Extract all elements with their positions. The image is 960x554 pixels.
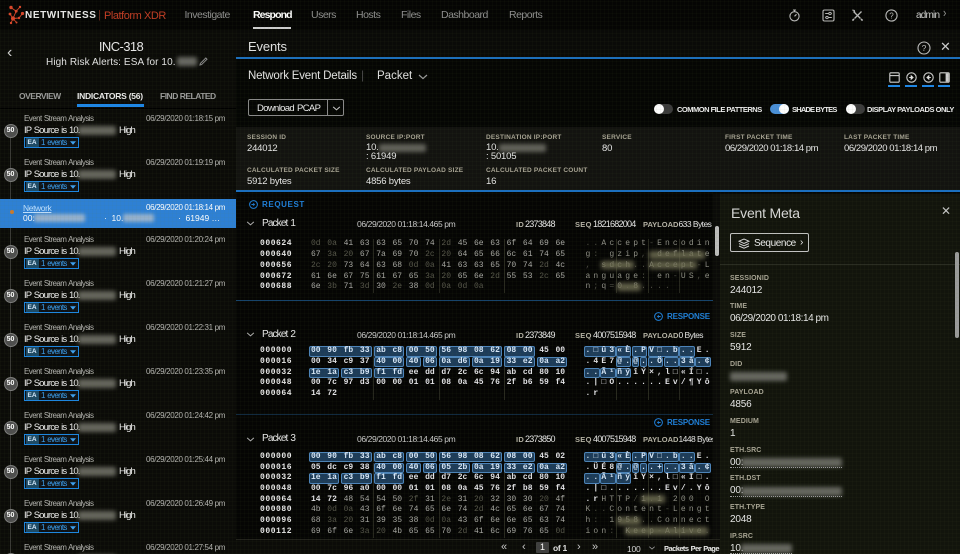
svg-text:?: ?: [889, 11, 894, 20]
svg-text:?: ?: [922, 43, 927, 53]
